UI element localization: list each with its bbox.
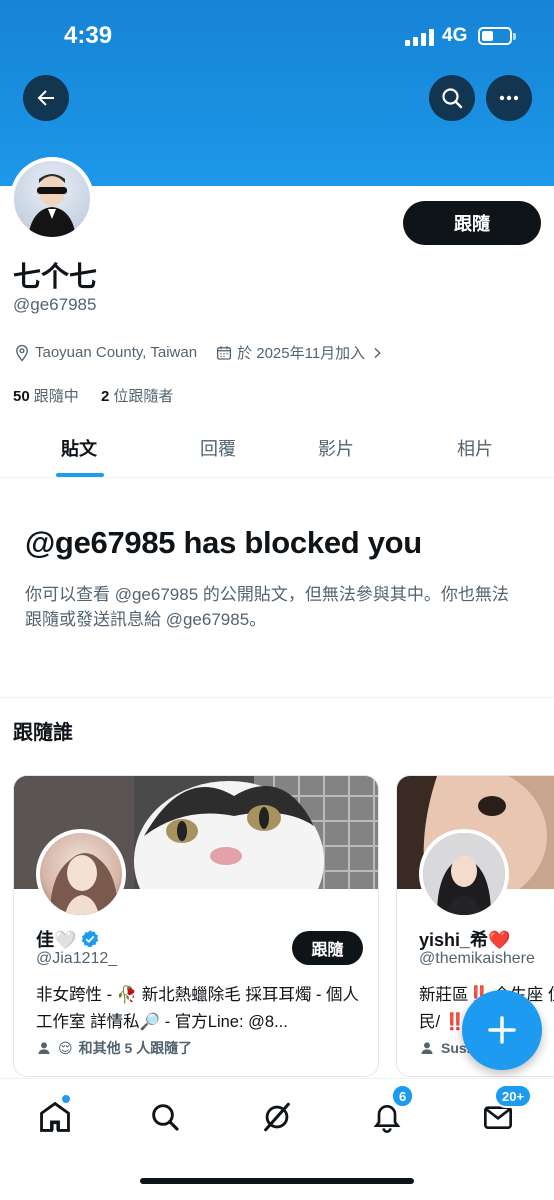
back-arrow-icon <box>37 90 54 106</box>
location-pin-icon <box>16 344 28 362</box>
plus-icon <box>488 1016 516 1044</box>
person-icon <box>421 1042 433 1054</box>
profile-tabs: 貼文 回覆 影片 相片 <box>0 420 554 478</box>
profile-name: 七个七 <box>13 261 98 292</box>
network-type: 4G <box>442 25 468 46</box>
messages-badge: 20+ <box>494 1084 533 1108</box>
home-indicator <box>140 1178 414 1184</box>
card-handle: @Jia1212_ <box>36 950 118 967</box>
card-name[interactable]: 佳🤍 <box>36 926 100 952</box>
suggestion-card[interactable]: 佳🤍 @Jia1212_ 跟隨 非女跨性 - 🥀 新北熱蠟除毛 採耳耳燭 - 個… <box>13 775 379 1077</box>
profile-location: Taoyuan County, Taiwan <box>35 344 198 361</box>
blocked-title: @ge67985 has blocked you <box>25 525 422 560</box>
tab-replies[interactable]: 回覆 <box>200 435 236 461</box>
signal-icon <box>405 28 434 46</box>
nav-grok[interactable] <box>257 1097 297 1137</box>
card-avatar[interactable] <box>36 829 126 919</box>
profile-joined[interactable]: 於 2025年11月加入 <box>215 342 389 363</box>
search-icon <box>152 1104 179 1131</box>
person-icon <box>38 1042 50 1054</box>
follow-button[interactable]: 跟隨 <box>403 201 541 245</box>
card-name[interactable]: yishi_希❤️ <box>419 926 510 952</box>
compose-button[interactable] <box>462 990 542 1070</box>
joined-text: 於 2025年11月加入 <box>237 345 366 362</box>
followers-link[interactable]: 2 位跟隨者 <box>101 388 173 405</box>
avatar-image <box>28 174 76 237</box>
card-bio: 非女跨性 - 🥀 新北熱蠟除毛 採耳耳燭 - 個人工作室 詳情私🔎 - 官方Li… <box>36 986 360 1031</box>
tab-photos[interactable]: 相片 <box>457 435 493 461</box>
nav-notifications[interactable]: 6 <box>367 1084 415 1137</box>
status-time: 4:39 <box>64 22 113 49</box>
section-divider <box>0 697 554 698</box>
home-icon <box>40 1101 70 1132</box>
back-button[interactable] <box>23 75 69 121</box>
blocked-description: 你可以查看 @ge67985 的公開貼文，但無法參與其中。你也無法跟隨或發送訊息… <box>25 585 509 629</box>
card-followed-by: 😌 和其他 5 人跟隨了 <box>36 1038 192 1058</box>
calendar-icon <box>217 345 232 360</box>
chevron-right-icon <box>374 347 381 358</box>
profile-handle: @ge67985 <box>13 295 97 314</box>
notifications-badge: 6 <box>391 1084 415 1108</box>
tab-posts[interactable]: 貼文 <box>61 435 97 461</box>
nav-search[interactable] <box>145 1097 185 1137</box>
more-icon <box>499 95 519 101</box>
home-unread-dot <box>61 1094 71 1104</box>
who-to-follow-title: 跟隨誰 <box>13 722 73 744</box>
verified-badge-icon <box>82 930 99 948</box>
card-handle: @themikaishere <box>419 950 535 967</box>
search-button[interactable] <box>429 75 475 121</box>
following-link[interactable]: 50 跟隨中 <box>13 388 79 405</box>
nav-messages[interactable]: 20+ <box>478 1084 533 1137</box>
tab-videos[interactable]: 影片 <box>318 435 354 461</box>
followed-by-emoji: 😌 <box>58 1039 73 1056</box>
status-bar: 4:39 4G <box>0 0 554 70</box>
nav-home[interactable] <box>35 1094 75 1137</box>
profile-avatar[interactable] <box>10 157 94 241</box>
profile-meta: Taoyuan County, Taiwan 於 2025年11月加入 <box>13 342 389 363</box>
more-button[interactable] <box>486 75 532 121</box>
active-tab-indicator <box>56 473 104 477</box>
card-follow-button[interactable]: 跟隨 <box>292 931 363 965</box>
follow-counts: 50 跟隨中 2 位跟隨者 <box>13 385 173 406</box>
search-icon <box>442 88 463 109</box>
grok-icon <box>264 1102 290 1132</box>
card-avatar[interactable] <box>419 829 509 919</box>
battery-icon <box>478 27 516 45</box>
